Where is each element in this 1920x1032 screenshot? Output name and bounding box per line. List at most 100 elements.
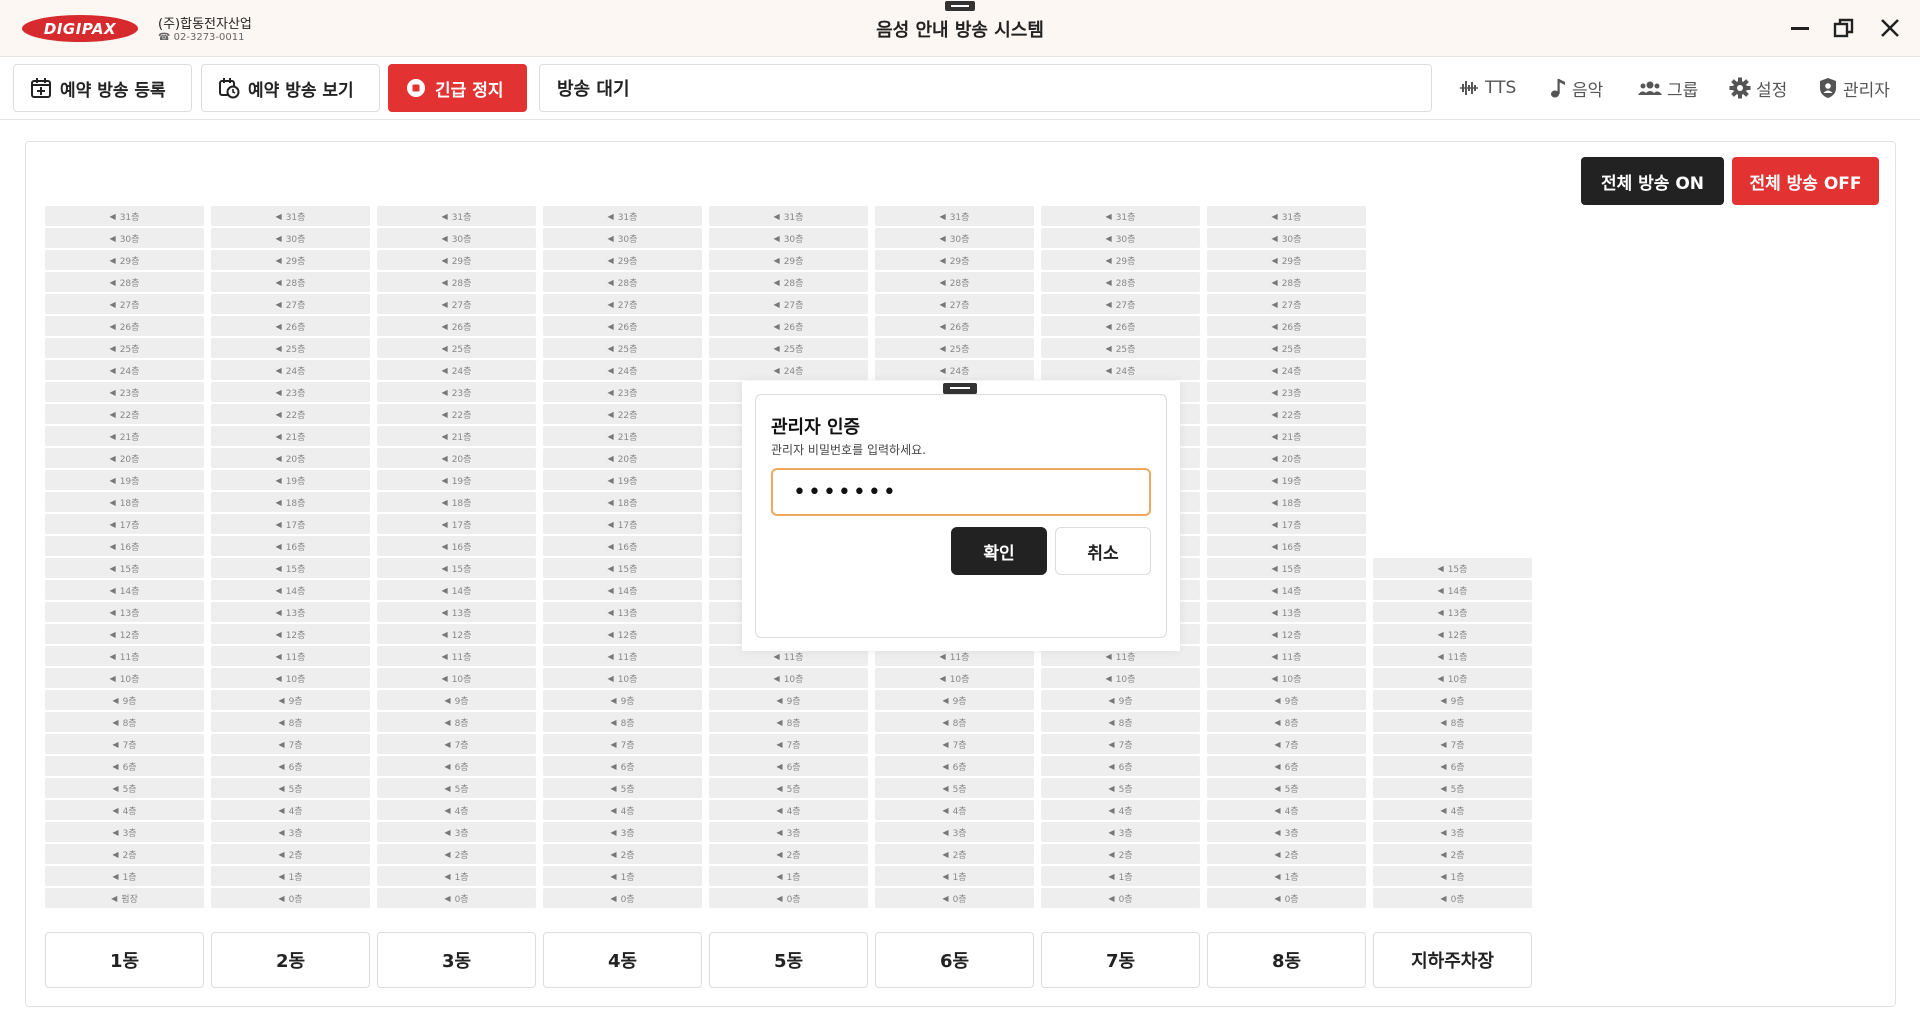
floor-cell[interactable]: ◀12층 (377, 624, 536, 644)
floor-cell[interactable]: ◀ 30층 (45, 228, 204, 248)
floor-cell[interactable]: ◀ 9층 (211, 690, 370, 710)
floor-cell[interactable]: ◀ 28층 (875, 272, 1034, 292)
floor-cell[interactable]: ◀12층 (1373, 624, 1532, 644)
floor-cell[interactable]: ◀19층 (1207, 470, 1366, 490)
emergency-stop-button[interactable]: 긴급 정지 (388, 64, 527, 112)
floor-cell[interactable]: ◀16층 (211, 536, 370, 556)
floor-cell[interactable]: ◀23층 (543, 382, 702, 402)
floor-cell[interactable]: ◀ 10층 (1373, 668, 1532, 688)
nav-music[interactable]: 음악 (1549, 74, 1603, 102)
restore-button[interactable] (1830, 14, 1858, 42)
floor-cell[interactable]: ◀ 30층 (543, 228, 702, 248)
floor-cell[interactable]: ◀ 3층 (1041, 822, 1200, 842)
floor-cell[interactable]: ◀ 27층 (543, 294, 702, 314)
floor-cell[interactable]: ◀14층 (1373, 580, 1532, 600)
floor-cell[interactable]: ◀ 2층 (709, 844, 868, 864)
floor-cell[interactable]: ◀21층 (45, 426, 204, 446)
floor-cell[interactable]: ◀ 7층 (211, 734, 370, 754)
floor-cell[interactable]: ◀ 28층 (543, 272, 702, 292)
building-button[interactable]: 8동 (1207, 932, 1366, 988)
floor-cell[interactable]: ◀ 4층 (543, 800, 702, 820)
floor-cell[interactable]: ◀ 30층 (709, 228, 868, 248)
floor-cell[interactable]: ◀21층 (1207, 426, 1366, 446)
floor-cell[interactable]: ◀ 8층 (1041, 712, 1200, 732)
floor-cell[interactable]: ◀ 11층 (1373, 646, 1532, 666)
all-broadcast-off-button[interactable]: 전체 방송 OFF (1732, 157, 1879, 205)
floor-cell[interactable]: ◀ 3층 (1373, 822, 1532, 842)
floor-cell[interactable]: ◀ 30층 (1207, 228, 1366, 248)
floor-cell[interactable]: ◀19층 (45, 470, 204, 490)
floor-cell[interactable]: ◀ 31층 (1041, 206, 1200, 226)
floor-cell[interactable]: ◀ 26층 (211, 316, 370, 336)
nav-tts[interactable]: TTS (1458, 74, 1516, 102)
floor-cell[interactable]: ◀ 24층 (1207, 360, 1366, 380)
building-button[interactable]: 4동 (543, 932, 702, 988)
floor-cell[interactable]: ◀ 9층 (45, 690, 204, 710)
floor-cell[interactable]: ◀ 3층 (377, 822, 536, 842)
floor-cell[interactable]: ◀14층 (211, 580, 370, 600)
floor-cell[interactable]: ◀ 6층 (1207, 756, 1366, 776)
floor-cell[interactable]: ◀ 25층 (377, 338, 536, 358)
floor-cell[interactable]: ◀ 10층 (543, 668, 702, 688)
floor-cell[interactable]: ◀15층 (377, 558, 536, 578)
floor-cell[interactable]: ◀ 31층 (875, 206, 1034, 226)
floor-cell[interactable]: ◀ 2층 (1207, 844, 1366, 864)
floor-cell[interactable]: ◀ 7층 (377, 734, 536, 754)
floor-cell[interactable]: ◀17층 (377, 514, 536, 534)
floor-cell[interactable]: ◀ 4층 (1207, 800, 1366, 820)
floor-cell[interactable]: ◀12층 (543, 624, 702, 644)
floor-cell[interactable]: ◀ 6층 (875, 756, 1034, 776)
nav-group[interactable]: 그룹 (1638, 74, 1698, 102)
floor-cell[interactable]: ◀ 25층 (543, 338, 702, 358)
floor-cell[interactable]: ◀ 0층 (1373, 888, 1532, 908)
floor-cell[interactable]: ◀ 28층 (709, 272, 868, 292)
floor-cell[interactable]: ◀ 26층 (45, 316, 204, 336)
floor-cell[interactable]: ◀ 24층 (45, 360, 204, 380)
floor-cell[interactable]: ◀22층 (211, 404, 370, 424)
floor-cell[interactable]: ◀19층 (543, 470, 702, 490)
floor-cell[interactable]: ◀ 6층 (377, 756, 536, 776)
floor-cell[interactable]: ◀ 31층 (45, 206, 204, 226)
floor-cell[interactable]: ◀22층 (45, 404, 204, 424)
floor-cell[interactable]: ◀ 28층 (45, 272, 204, 292)
floor-cell[interactable]: ◀ 0층 (377, 888, 536, 908)
floor-cell[interactable]: ◀ 8층 (1373, 712, 1532, 732)
floor-cell[interactable]: ◀ 1층 (211, 866, 370, 886)
building-button[interactable]: 6동 (875, 932, 1034, 988)
floor-cell[interactable]: ◀18층 (1207, 492, 1366, 512)
floor-cell[interactable]: ◀ 7층 (1373, 734, 1532, 754)
floor-cell[interactable]: ◀ 4층 (875, 800, 1034, 820)
floor-cell[interactable]: ◀ 1층 (377, 866, 536, 886)
floor-cell[interactable]: ◀18층 (211, 492, 370, 512)
cancel-button[interactable]: 취소 (1055, 527, 1151, 575)
floor-cell[interactable]: ◀ 27층 (377, 294, 536, 314)
floor-cell[interactable]: ◀ 9층 (1041, 690, 1200, 710)
minimize-button[interactable] (1786, 14, 1814, 42)
floor-cell[interactable]: ◀19층 (377, 470, 536, 490)
floor-cell[interactable]: ◀20층 (45, 448, 204, 468)
floor-cell[interactable]: ◀20층 (377, 448, 536, 468)
floor-cell[interactable]: ◀ 5층 (45, 778, 204, 798)
floor-cell[interactable]: ◀ 0층 (211, 888, 370, 908)
floor-cell[interactable]: ◀13층 (377, 602, 536, 622)
floor-cell[interactable]: ◀14층 (1207, 580, 1366, 600)
floor-cell[interactable]: ◀ 6층 (211, 756, 370, 776)
floor-cell[interactable]: ◀ 10층 (377, 668, 536, 688)
floor-cell[interactable]: ◀ 8층 (45, 712, 204, 732)
floor-cell[interactable]: ◀ 26층 (709, 316, 868, 336)
floor-cell[interactable]: ◀ 11층 (211, 646, 370, 666)
floor-cell[interactable]: ◀12층 (45, 624, 204, 644)
floor-cell[interactable]: ◀ 2층 (875, 844, 1034, 864)
floor-cell[interactable]: ◀12층 (211, 624, 370, 644)
building-button[interactable]: 2동 (211, 932, 370, 988)
floor-cell[interactable]: ◀ 9층 (1207, 690, 1366, 710)
floor-cell[interactable]: ◀ 6층 (709, 756, 868, 776)
floor-cell[interactable]: ◀ 29층 (1207, 250, 1366, 270)
floor-cell[interactable]: ◀ 25층 (45, 338, 204, 358)
floor-cell[interactable]: ◀ 29층 (211, 250, 370, 270)
floor-cell[interactable]: ◀15층 (543, 558, 702, 578)
floor-cell[interactable]: ◀ 2층 (211, 844, 370, 864)
floor-cell[interactable]: ◀ 11층 (377, 646, 536, 666)
floor-cell[interactable]: ◀ 10층 (709, 668, 868, 688)
floor-cell[interactable]: ◀ 5층 (211, 778, 370, 798)
